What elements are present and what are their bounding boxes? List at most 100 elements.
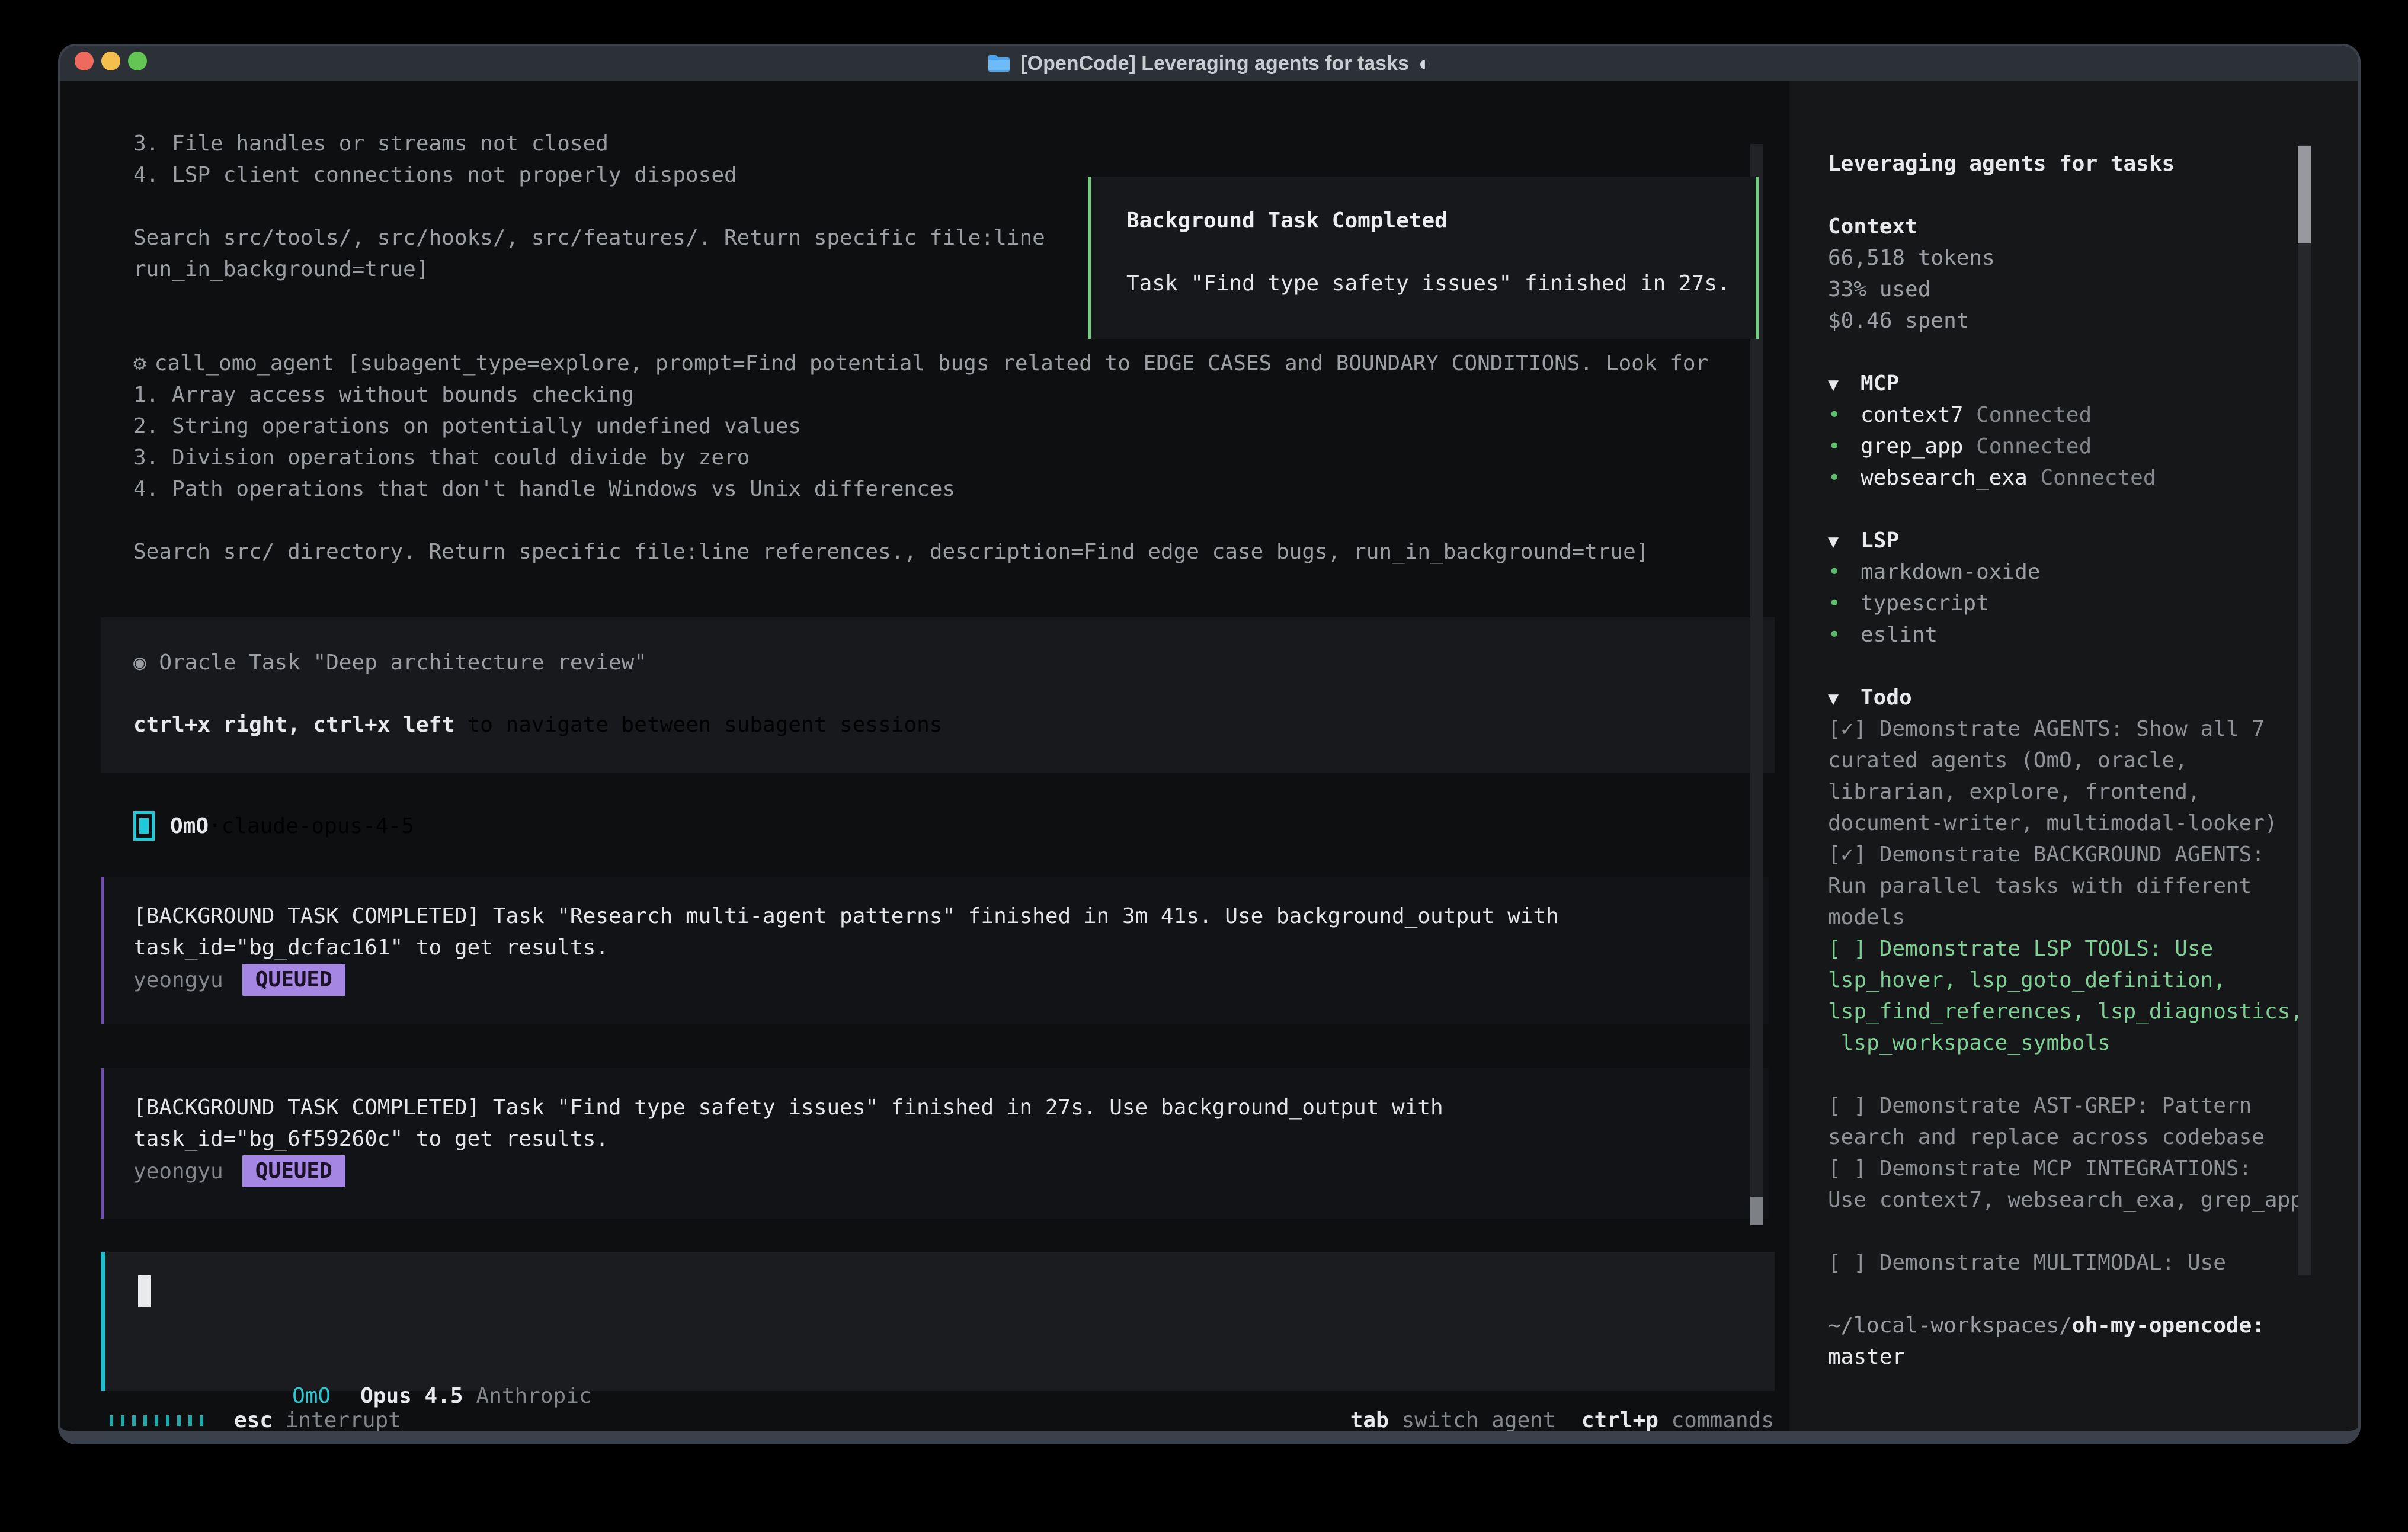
todo-line-active: [ ] Demonstrate LSP TOOLS: Use [1828, 933, 2296, 964]
todo-line: search and replace across codebase [1828, 1121, 2296, 1153]
bullet-icon: • [1828, 399, 1861, 431]
agent-model: claude-opus-4-5 [222, 814, 414, 838]
window-controls [75, 52, 147, 70]
spacer [1828, 493, 2296, 525]
mcp-item: •websearch_exa Connected [1828, 462, 2296, 493]
window-title: [OpenCode] Leveraging agents for tasks [1020, 52, 1409, 75]
ctrlp-label: commands [1658, 1408, 1774, 1432]
bullet-icon: • [1828, 462, 1861, 493]
status-right: tab switch agent ctrl+p commands [1350, 1405, 1774, 1436]
terminal-line: Search src/tools/, src/hooks/, src/featu… [133, 222, 1045, 254]
oracle-task-hint: ctrl+x right, ctrl+x left to navigate be… [133, 709, 942, 741]
main-pane: 3. File handles or streams not closed 4.… [60, 81, 1789, 1431]
tool-call-item: 4. Path operations that don't handle Win… [133, 473, 955, 505]
queued-badge: QUEUED [242, 964, 345, 996]
bullet-icon: • [1828, 556, 1861, 588]
spacer [1828, 1216, 2296, 1247]
spacer [1828, 1278, 2296, 1310]
lsp-item: •eslint [1828, 619, 2296, 650]
todo-line: [ ] Demonstrate AST-GREP: Pattern [1828, 1090, 2296, 1121]
todo-line: [✓] Demonstrate BACKGROUND AGENTS: [1828, 839, 2296, 870]
tool-call-text: call_omo_agent [subagent_type=explore, p… [155, 351, 1709, 376]
content: 3. File handles or streams not closed 4.… [60, 81, 2358, 1431]
tab-label: switch agent [1389, 1408, 1556, 1432]
bullet-icon: • [1828, 588, 1861, 619]
todo-line: [✓] Demonstrate AGENTS: Show all 7 [1828, 713, 2296, 745]
tool-call-line: Search src/ directory. Return specific f… [133, 536, 1649, 568]
shortcut-keys: ctrl+x right, ctrl+x left [133, 713, 454, 737]
queued-badge: QUEUED [242, 1155, 345, 1187]
agent-icon [133, 811, 155, 841]
spinner-dots-icon [110, 1415, 203, 1426]
message-block: [BACKGROUND TASK COMPLETED] Task "Find t… [101, 1068, 1769, 1219]
titlebar: [OpenCode] Leveraging agents for tasks ◐ [60, 46, 2358, 81]
message-line: [BACKGROUND TASK COMPLETED] Task "Resear… [133, 900, 1769, 932]
message-line: task_id="bg_6f59260c" to get results. [133, 1123, 1769, 1155]
prompt-input[interactable]: OmOOpus 4.5Anthropic [101, 1252, 1775, 1391]
oracle-task-title: ◉ Oracle Task "Deep architecture review" [133, 647, 647, 678]
message-line: [BACKGROUND TASK COMPLETED] Task "Find t… [133, 1092, 1769, 1123]
sidebar-scrollbar-thumb[interactable] [2298, 146, 2311, 243]
message-block: [BACKGROUND TASK COMPLETED] Task "Resear… [101, 877, 1769, 1024]
ctrlp-key: ctrl+p [1556, 1408, 1658, 1432]
lsp-item: •markdown-oxide [1828, 556, 2296, 588]
status-bar: esc interrupt tab switch agent ctrl+p co… [60, 1405, 1789, 1436]
close-button[interactable] [75, 52, 94, 70]
todo-line: Run parallel tasks with different [1828, 870, 2296, 902]
zoom-button[interactable] [128, 52, 147, 70]
gear-icon: ⚙ [133, 351, 146, 376]
spacer [1828, 650, 2296, 682]
lsp-item: •typescript [1828, 588, 2296, 619]
tab-key: tab [1350, 1408, 1389, 1432]
message-meta: yeongyu QUEUED [133, 1155, 1769, 1188]
todo-line: [ ] Demonstrate MCP INTEGRATIONS: [1828, 1153, 2296, 1184]
mcp-section-header[interactable]: ▼MCP [1828, 368, 2296, 399]
bullet-icon: • [1828, 1435, 1861, 1444]
sidebar-scrollbar-track[interactable] [2298, 145, 2311, 1275]
tool-call-item: 2. String operations on potentially unde… [133, 411, 801, 442]
lsp-section-header[interactable]: ▼LSP [1828, 525, 2296, 556]
minimize-button[interactable] [101, 52, 120, 70]
chevron-down-icon: ▼ [1828, 683, 1861, 714]
folder-icon [987, 54, 1011, 73]
sidebar-content: Leveraging agents for tasks Context 66,5… [1828, 148, 2296, 1444]
oracle-icon: ◉ [133, 650, 146, 675]
todo-line-active: lsp_hover, lsp_goto_definition, [1828, 964, 2296, 996]
agent-name: OmO [170, 814, 209, 838]
toast-body: Task "Find type safety issues" finished … [1126, 268, 1756, 299]
spacer [1828, 1059, 2296, 1090]
workspace-path: ~/local-workspaces/oh-my-opencode: [1828, 1310, 2296, 1341]
context-heading: Context [1828, 211, 2296, 242]
spacer [1828, 1404, 2296, 1435]
todo-line: [ ] Demonstrate MULTIMODAL: Use [1828, 1247, 2296, 1278]
chevron-down-icon: ▼ [1828, 526, 1861, 557]
todo-line: curated agents (OmO, oracle, [1828, 745, 2296, 776]
terminal-line: 3. File handles or streams not closed [133, 128, 609, 159]
todo-section-header[interactable]: ▼Todo [1828, 682, 2296, 713]
oracle-task-box: ◉ Oracle Task "Deep architecture review"… [101, 617, 1775, 773]
chevron-down-icon: ▼ [1828, 369, 1861, 400]
text-cursor [138, 1275, 151, 1307]
loading-half-circle-icon: ◐ [1418, 51, 1432, 76]
message-meta: yeongyu QUEUED [133, 963, 1769, 996]
sidebar: Leveraging agents for tasks Context 66,5… [1789, 81, 2358, 1431]
agent-header: OmO · claude-opus-4-5 [133, 809, 414, 842]
spacer [1828, 336, 2296, 368]
todo-line: document-writer, multimodal-looker) [1828, 807, 2296, 839]
message-author: yeongyu [133, 968, 223, 992]
main-scrollbar-thumb[interactable] [1750, 1197, 1763, 1225]
input-footer: OmOOpus 4.5Anthropic [138, 1349, 592, 1380]
context-tokens: 66,518 tokens [1828, 242, 2296, 274]
todo-line: models [1828, 902, 2296, 933]
terminal-line: run_in_background=true] [133, 254, 429, 285]
todo-line: Use context7, websearch_exa, grep_app [1828, 1184, 2296, 1216]
version-line: •OpenCode 1.0.163 [1828, 1435, 2296, 1444]
esc-key: esc [234, 1408, 273, 1432]
screen: [OpenCode] Leveraging agents for tasks ◐… [0, 0, 2408, 1532]
spacer [1828, 180, 2296, 211]
separator-dot: · [209, 814, 222, 838]
bullet-icon: • [1828, 431, 1861, 462]
workspace-branch: master [1828, 1341, 2296, 1373]
terminal-line: 4. LSP client connections not properly d… [133, 159, 737, 191]
message-author: yeongyu [133, 1159, 223, 1184]
